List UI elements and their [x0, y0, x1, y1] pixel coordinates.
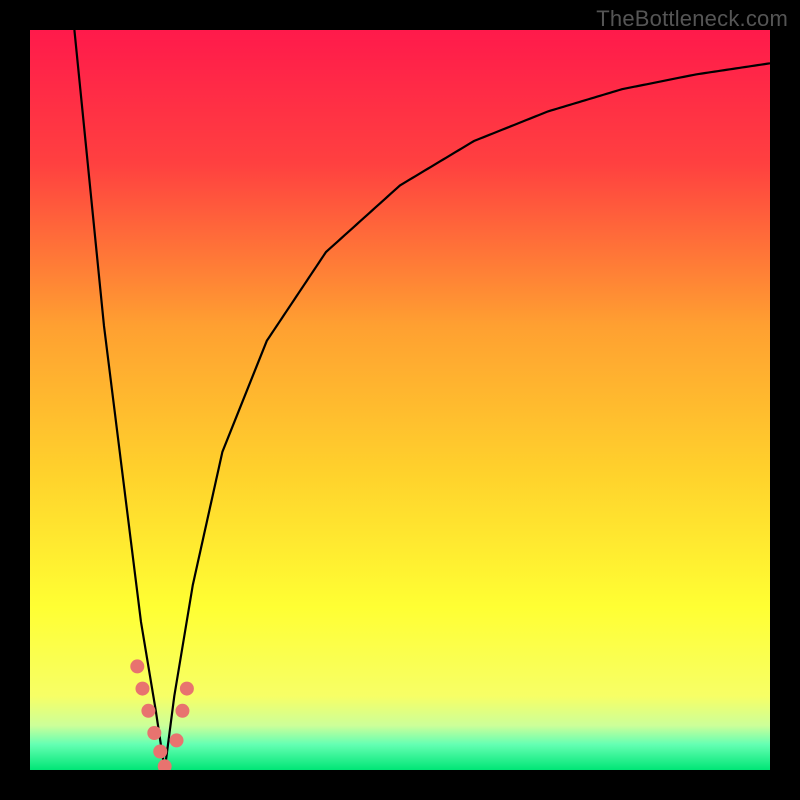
- gradient-background: [30, 30, 770, 770]
- chart-frame: TheBottleneck.com: [0, 0, 800, 800]
- marker-point: [130, 659, 144, 673]
- watermark-text: TheBottleneck.com: [596, 6, 788, 32]
- marker-point: [135, 682, 149, 696]
- marker-point: [170, 733, 184, 747]
- marker-point: [175, 704, 189, 718]
- marker-point: [141, 704, 155, 718]
- chart-canvas: [30, 30, 770, 770]
- marker-point: [180, 682, 194, 696]
- plot-area: [30, 30, 770, 770]
- marker-point: [147, 726, 161, 740]
- marker-point: [153, 745, 167, 759]
